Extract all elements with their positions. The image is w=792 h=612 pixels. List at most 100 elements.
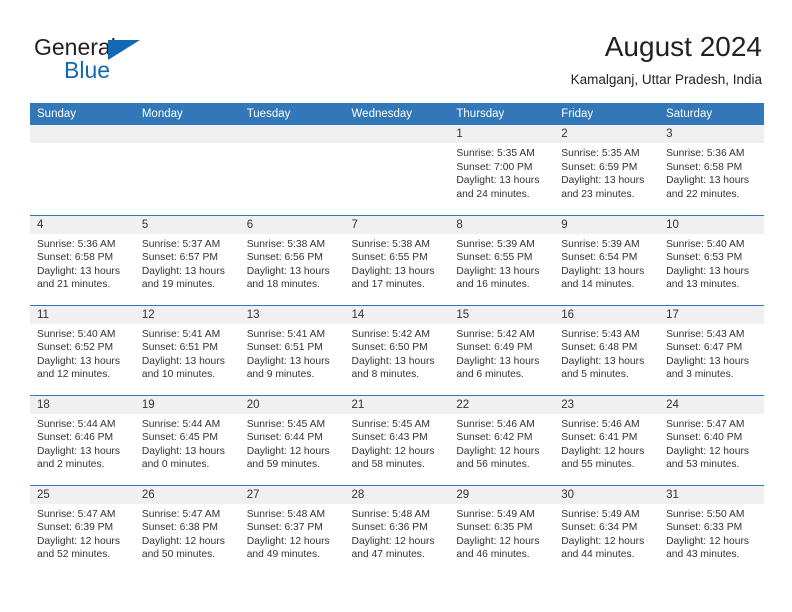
day-number: 30 (554, 485, 660, 504)
calendar-day-cell[interactable]: 31 Sunrise: 5:50 AM Sunset: 6:33 PM Dayligh… (659, 484, 764, 575)
calendar-day-cell[interactable]: 27 Sunrise: 5:48 AM Sunset: 6:37 PM Dayligh… (239, 484, 345, 575)
daylight-text-line2: and 12 minutes. (37, 369, 111, 381)
calendar-day-cell[interactable]: 12 Sunrise: 5:41 AM Sunset: 6:51 PM Dayligh… (134, 304, 240, 395)
day-detail: Sunrise: 5:47 AM Sunset: 6:39 PM Daylight:… (30, 504, 135, 562)
sunset-text: Sunset: 6:58 PM (666, 161, 743, 173)
calendar-day-cell[interactable]: 22 Sunrise: 5:46 AM Sunset: 6:42 PM Dayligh… (449, 394, 555, 485)
calendar-week-row: 4 Sunrise: 5:36 AM Sunset: 6:58 PM Daylight… (30, 214, 764, 305)
sunrise-text: Sunrise: 5:35 AM (561, 148, 640, 159)
day-detail: Sunrise: 5:36 AM Sunset: 6:58 PM Daylight:… (659, 143, 764, 201)
day-detail: Sunrise: 5:47 AM Sunset: 6:38 PM Daylight:… (135, 504, 240, 562)
day-number: 7 (344, 215, 450, 234)
sunrise-text: Sunrise: 5:45 AM (351, 418, 430, 430)
sunrise-text: Sunrise: 5:37 AM (141, 238, 221, 250)
daylight-text-line1: Daylight: 12 hours (141, 535, 225, 547)
triangle-icon (108, 40, 140, 60)
day-number: 31 (659, 485, 764, 504)
sunrise-text: Sunrise: 5:41 AM (246, 328, 326, 340)
day-detail: Sunrise: 5:41 AM Sunset: 6:51 PM Daylight:… (135, 324, 240, 382)
sunrise-text: Sunrise: 5:48 AM (351, 508, 430, 520)
sunset-text: Sunset: 6:57 PM (141, 252, 218, 264)
calendar-day-cell[interactable]: 20 Sunrise: 5:45 AM Sunset: 6:44 PM Dayligh… (239, 394, 345, 485)
sunrise-text: Sunrise: 5:42 AM (456, 328, 535, 340)
day-detail: Sunrise: 5:47 AM Sunset: 6:40 PM Daylight:… (659, 414, 764, 472)
day-detail: Sunrise: 5:42 AM Sunset: 6:50 PM Daylight:… (345, 324, 450, 382)
calendar-day-cell[interactable]: 14 Sunrise: 5:42 AM Sunset: 6:50 PM Dayligh… (344, 304, 450, 395)
daylight-text-line2: and 47 minutes. (351, 549, 425, 561)
daylight-text-line2: and 53 minutes. (666, 459, 740, 471)
calendar-day-cell[interactable]: 19 Sunrise: 5:44 AM Sunset: 6:45 PM Dayligh… (134, 394, 240, 485)
calendar-day-cell[interactable]: 13 Sunrise: 5:41 AM Sunset: 6:51 PM Dayligh… (239, 304, 345, 395)
sunrise-text: Sunrise: 5:36 AM (666, 148, 745, 159)
calendar-day-cell[interactable]: 3 Sunrise: 5:36 AM Sunset: 6:58 PM Daylight… (659, 125, 764, 215)
day-number (30, 125, 135, 143)
daylight-text-line2: and 22 minutes. (666, 188, 740, 200)
sunset-text: Sunset: 6:52 PM (37, 342, 114, 354)
day-detail: Sunrise: 5:38 AM Sunset: 6:56 PM Daylight:… (240, 234, 345, 292)
calendar-day-cell[interactable]: 26 Sunrise: 5:47 AM Sunset: 6:38 PM Dayligh… (134, 484, 240, 575)
calendar-day-cell[interactable]: 18 Sunrise: 5:44 AM Sunset: 6:46 PM Dayligh… (30, 394, 135, 485)
calendar-day-cell[interactable]: 21 Sunrise: 5:45 AM Sunset: 6:43 PM Dayligh… (344, 394, 450, 485)
daylight-text-line2: and 18 minutes. (246, 279, 320, 291)
calendar-day-cell[interactable]: 29 Sunrise: 5:49 AM Sunset: 6:35 PM Dayligh… (449, 484, 555, 575)
calendar-day-cell[interactable]: 28 Sunrise: 5:48 AM Sunset: 6:36 PM Dayligh… (344, 484, 450, 575)
day-number: 29 (449, 485, 555, 504)
calendar-week-row: 18 Sunrise: 5:44 AM Sunset: 6:46 PM Dayligh… (30, 394, 764, 485)
calendar-day-cell[interactable]: 4 Sunrise: 5:36 AM Sunset: 6:58 PM Daylight… (30, 214, 135, 305)
sunrise-text: Sunrise: 5:40 AM (666, 238, 745, 250)
day-number: 10 (659, 215, 764, 234)
calendar-header-row: Sunday Monday Tuesday Wednesday Thursday Frid… (30, 103, 764, 125)
calendar-day-cell[interactable]: 16 Sunrise: 5:43 AM Sunset: 6:48 PM Dayligh… (554, 304, 660, 395)
calendar-day-cell[interactable]: 1 Sunrise: 5:35 AM Sunset: 7:00 PM Daylight… (449, 125, 555, 215)
location-subtitle: Kamalganj, Uttar Pradesh, India (570, 72, 762, 87)
daylight-text-line1: Daylight: 13 hours (456, 355, 540, 367)
daylight-text-line2: and 14 minutes. (561, 279, 635, 291)
day-detail: Sunrise: 5:37 AM Sunset: 6:57 PM Daylight:… (135, 234, 240, 292)
day-detail: Sunrise: 5:39 AM Sunset: 6:54 PM Daylight:… (554, 234, 659, 292)
sunset-text: Sunset: 6:59 PM (561, 161, 638, 173)
day-detail: Sunrise: 5:45 AM Sunset: 6:44 PM Daylight:… (240, 414, 345, 472)
day-number: 14 (344, 305, 450, 324)
calendar-day-cell[interactable]: 9 Sunrise: 5:39 AM Sunset: 6:54 PM Daylight… (554, 214, 660, 305)
day-detail: Sunrise: 5:49 AM Sunset: 6:35 PM Daylight:… (449, 504, 554, 562)
calendar-day-cell-empty (239, 125, 345, 215)
day-number: 18 (30, 395, 135, 414)
daylight-text-line2: and 6 minutes. (456, 369, 524, 381)
daylight-text-line1: Daylight: 13 hours (351, 355, 435, 367)
calendar-day-cell-empty (30, 125, 135, 215)
calendar-day-cell[interactable]: 5 Sunrise: 5:37 AM Sunset: 6:57 PM Daylight… (134, 214, 240, 305)
day-number: 16 (554, 305, 660, 324)
brand-logo[interactable]: General Blue (34, 34, 214, 94)
weekday-header-monday: Monday (134, 103, 240, 125)
calendar-day-cell[interactable]: 11 Sunrise: 5:40 AM Sunset: 6:52 PM Dayligh… (30, 304, 135, 395)
calendar-day-cell[interactable]: 8 Sunrise: 5:39 AM Sunset: 6:55 PM Daylight… (449, 214, 555, 305)
day-number: 11 (30, 305, 135, 324)
calendar-day-cell[interactable]: 25 Sunrise: 5:47 AM Sunset: 6:39 PM Dayligh… (30, 484, 135, 575)
calendar-day-cell[interactable]: 7 Sunrise: 5:38 AM Sunset: 6:55 PM Daylight… (344, 214, 450, 305)
calendar-day-cell[interactable]: 6 Sunrise: 5:38 AM Sunset: 6:56 PM Daylight… (239, 214, 345, 305)
calendar-day-cell[interactable]: 23 Sunrise: 5:46 AM Sunset: 6:41 PM Dayligh… (554, 394, 660, 485)
calendar-day-cell[interactable]: 30 Sunrise: 5:49 AM Sunset: 6:34 PM Dayligh… (554, 484, 660, 575)
calendar-day-cell[interactable]: 2 Sunrise: 5:35 AM Sunset: 6:59 PM Daylight… (554, 125, 660, 215)
daylight-text-line2: and 13 minutes. (666, 279, 740, 291)
sunrise-text: Sunrise: 5:46 AM (456, 418, 535, 430)
day-detail: Sunrise: 5:43 AM Sunset: 6:48 PM Daylight:… (554, 324, 659, 382)
day-number: 19 (134, 395, 240, 414)
calendar-day-cell[interactable]: 10 Sunrise: 5:40 AM Sunset: 6:53 PM Dayligh… (659, 214, 764, 305)
calendar-day-cell[interactable]: 24 Sunrise: 5:47 AM Sunset: 6:40 PM Dayligh… (659, 394, 764, 485)
daylight-text-line2: and 8 minutes. (351, 369, 420, 381)
day-number: 1 (449, 125, 555, 143)
sunset-text: Sunset: 6:42 PM (456, 432, 533, 444)
calendar-day-cell[interactable]: 15 Sunrise: 5:42 AM Sunset: 6:49 PM Dayligh… (449, 304, 555, 395)
calendar-day-cell[interactable]: 17 Sunrise: 5:43 AM Sunset: 6:47 PM Dayligh… (659, 304, 764, 395)
calendar-page: General Blue August 2024 Kamalganj, Utta… (0, 0, 792, 612)
sunrise-text: Sunrise: 5:44 AM (141, 418, 221, 430)
sunset-text: Sunset: 6:55 PM (351, 252, 428, 264)
daylight-text-line2: and 2 minutes. (37, 459, 105, 471)
daylight-text-line1: Daylight: 13 hours (351, 265, 435, 277)
daylight-text-line2: and 46 minutes. (456, 549, 530, 561)
daylight-text-line2: and 19 minutes. (141, 279, 216, 291)
day-detail: Sunrise: 5:50 AM Sunset: 6:33 PM Daylight:… (659, 504, 764, 562)
daylight-text-line1: Daylight: 13 hours (666, 175, 750, 187)
day-number: 28 (344, 485, 450, 504)
